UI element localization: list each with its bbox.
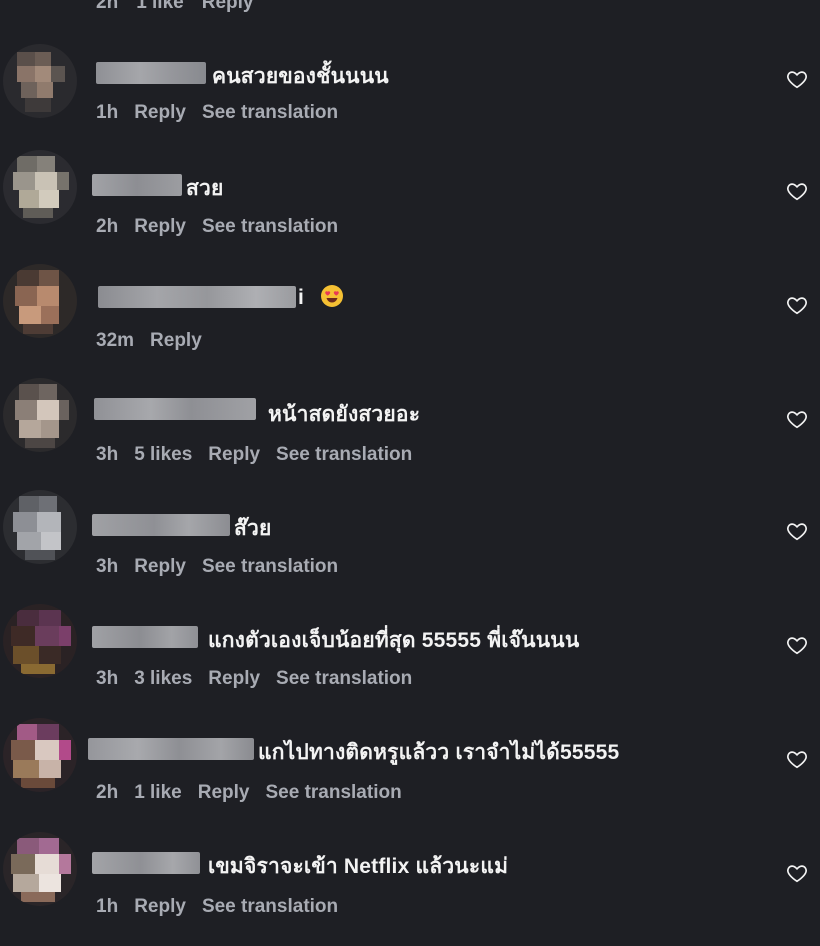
heart-outline-icon[interactable] xyxy=(786,68,808,90)
comment-item: เขมจิราจะเข้า Netflix แล้วนะแม่ 1h Reply… xyxy=(0,830,820,930)
comment-likes[interactable]: 1 like xyxy=(136,0,184,14)
see-translation-link[interactable]: See translation xyxy=(276,444,412,466)
comment-text-content: i xyxy=(298,286,305,309)
avatar[interactable] xyxy=(3,604,77,678)
heart-outline-icon[interactable] xyxy=(786,294,808,316)
comment-item: แกงตัวเองเจ็บน้อยที่สุด 55555 พี่เจ๊นนนน… xyxy=(0,602,820,702)
comment-item: หน้าสดยังสวยอะ 3h 5 likes Reply See tran… xyxy=(0,378,820,478)
see-translation-link[interactable]: See translation xyxy=(265,782,401,804)
see-translation-link[interactable]: See translation xyxy=(202,896,338,918)
comment-time: 1h xyxy=(96,896,119,917)
comment-time: 3h xyxy=(96,444,119,465)
avatar[interactable] xyxy=(3,378,77,452)
comment-meta: 3h Reply See translation xyxy=(96,556,338,578)
comment-time: 1h xyxy=(96,102,119,123)
comment-text: หน้าสดยังสวยอะ xyxy=(268,403,421,426)
likes-count[interactable]: 5 likes xyxy=(134,444,192,466)
see-translation-link[interactable]: See translation xyxy=(202,102,338,124)
username-blurred[interactable] xyxy=(92,174,182,196)
username-blurred[interactable] xyxy=(88,738,254,760)
comment-meta: 2h Reply See translation xyxy=(96,216,338,238)
see-translation-link[interactable]: See translation xyxy=(202,556,338,578)
avatar[interactable] xyxy=(3,150,77,224)
heart-outline-icon[interactable] xyxy=(786,634,808,656)
comment-meta: 1h Reply See translation xyxy=(96,102,338,124)
see-translation-link[interactable]: See translation xyxy=(276,668,412,690)
reply-link[interactable]: Reply xyxy=(208,444,260,466)
username-blurred[interactable] xyxy=(92,514,230,536)
reply-link[interactable]: Reply xyxy=(208,668,260,690)
heart-outline-icon[interactable] xyxy=(786,408,808,430)
reply-link[interactable]: Reply xyxy=(134,216,186,238)
comment-meta: 32m Reply xyxy=(96,330,202,352)
comment-meta: 1h Reply See translation xyxy=(96,896,338,918)
comment-time: 3h xyxy=(96,556,119,577)
heart-outline-icon[interactable] xyxy=(786,180,808,202)
avatar[interactable] xyxy=(3,264,77,338)
reply-link[interactable]: Reply xyxy=(134,556,186,578)
comment-text: เขมจิราจะเข้า Netflix แล้วนะแม่ xyxy=(208,855,509,878)
see-translation-link[interactable]: See translation xyxy=(202,216,338,238)
comment-text: แกไปทางติดหรูแล้วว เราจำไม่ได้55555 xyxy=(258,741,620,764)
avatar[interactable] xyxy=(3,44,77,118)
heart-outline-icon[interactable] xyxy=(786,520,808,542)
avatar[interactable] xyxy=(3,718,77,792)
username-blurred[interactable] xyxy=(94,398,256,420)
reply-link[interactable]: Reply xyxy=(198,782,250,804)
heart-outline-icon[interactable] xyxy=(786,748,808,770)
comment-time: 3h xyxy=(96,668,119,689)
comment-text: สวย xyxy=(186,177,224,200)
likes-count[interactable]: 3 likes xyxy=(134,668,192,690)
comment-item: สวย 2h Reply See translation xyxy=(0,150,820,250)
comment-time: 2h xyxy=(96,782,119,803)
username-blurred[interactable] xyxy=(98,286,296,308)
comment-time: 32m xyxy=(96,330,135,351)
comment-text: i xyxy=(298,284,344,310)
comment-item: แกไปทางติดหรูแล้วว เราจำไม่ได้55555 2h 1… xyxy=(0,716,820,816)
previous-comment-meta: 2h 1 like Reply xyxy=(96,0,253,14)
username-blurred[interactable] xyxy=(92,852,200,874)
comment-item: ส๊วย 3h Reply See translation xyxy=(0,490,820,590)
username-blurred[interactable] xyxy=(92,626,198,648)
likes-count[interactable]: 1 like xyxy=(134,782,182,804)
avatar[interactable] xyxy=(3,832,77,906)
comment-text: คนสวยของชั้นนนน xyxy=(212,65,389,88)
comments-panel: 2h 1 like Reply คนสวยของชั้นนนน 1h Reply… xyxy=(0,0,820,946)
reply-link[interactable]: Reply xyxy=(134,896,186,918)
reply-link[interactable]: Reply xyxy=(134,102,186,124)
username-blurred[interactable] xyxy=(96,62,206,84)
comment-time: 2h xyxy=(96,0,119,13)
reply-link[interactable]: Reply xyxy=(150,330,202,352)
comment-item: คนสวยของชั้นนนน 1h Reply See translation xyxy=(0,40,820,140)
comment-time: 2h xyxy=(96,216,119,237)
avatar[interactable] xyxy=(3,490,77,564)
comment-item: i 32m Reply xyxy=(0,264,820,364)
reply-link[interactable]: Reply xyxy=(202,0,254,14)
comment-meta: 3h 3 likes Reply See translation xyxy=(96,668,412,690)
heart-outline-icon[interactable] xyxy=(786,862,808,884)
comment-text: ส๊วย xyxy=(234,517,272,540)
comment-meta: 2h 1 like Reply See translation xyxy=(96,782,402,804)
comment-meta: 3h 5 likes Reply See translation xyxy=(96,444,412,466)
comment-text: แกงตัวเองเจ็บน้อยที่สุด 55555 พี่เจ๊นนนน xyxy=(208,629,580,652)
heart-eyes-emoji-icon xyxy=(321,285,344,307)
